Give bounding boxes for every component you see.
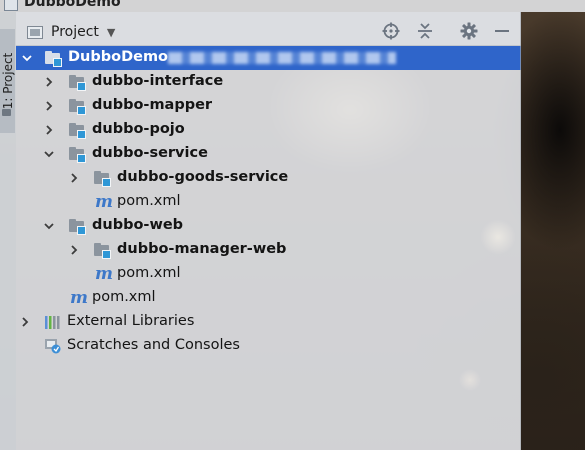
module-folder-icon: [68, 218, 86, 235]
chevron-right-icon[interactable]: [42, 123, 56, 137]
tree-item-label: dubbo-goods-service: [117, 169, 289, 185]
tree-item-label: pom.xml: [117, 193, 181, 209]
tree-root-dubbodemo[interactable]: DubboDemo: [16, 46, 521, 70]
project-tool-window: Project ▼ DubboDemo dubbo-interface dubb…: [16, 12, 521, 450]
tree-item-label: dubbo-web: [92, 217, 184, 233]
tool-window-strip: 1: Project: [0, 12, 16, 450]
module-folder-icon: [68, 122, 86, 139]
tree-item-dubbo-interface[interactable]: dubbo-interface: [16, 70, 521, 94]
scratches-icon: [44, 338, 62, 354]
tree-item-dubbo-pojo[interactable]: dubbo-pojo: [16, 118, 521, 142]
maven-icon: m: [70, 288, 88, 308]
tree-item-label: dubbo-service: [92, 145, 208, 161]
module-folder-icon: [68, 74, 86, 91]
project-tool-tab[interactable]: 1: Project: [0, 29, 15, 133]
tree-item-dubbo-web[interactable]: dubbo-web: [16, 214, 521, 238]
tree-item-label: pom.xml: [92, 289, 156, 305]
module-folder-icon: [44, 50, 62, 67]
tree-item-dubbo-service[interactable]: dubbo-service: [16, 142, 521, 166]
tree-item-service-pom[interactable]: m pom.xml: [16, 190, 521, 214]
project-panel-header: Project ▼: [16, 12, 521, 46]
tree-root-label: DubboDemo: [68, 49, 169, 65]
tree-item-external-libraries[interactable]: External Libraries: [16, 310, 521, 334]
module-folder-icon: [93, 170, 111, 187]
settings-button[interactable]: [458, 20, 480, 42]
maven-icon: m: [95, 192, 113, 212]
libraries-icon: [44, 314, 62, 330]
window-title-bar: DubboDemo: [0, 0, 585, 12]
window-title: DubboDemo: [24, 0, 121, 10]
collapse-all-button[interactable]: [414, 20, 436, 42]
redacted-path: [168, 52, 396, 64]
tree-item-label: dubbo-pojo: [92, 121, 185, 137]
module-folder-icon: [68, 98, 86, 115]
tree-item-dubbo-mapper[interactable]: dubbo-mapper: [16, 94, 521, 118]
panel-divider[interactable]: [520, 12, 521, 450]
tree-item-root-pom[interactable]: m pom.xml: [16, 286, 521, 310]
chevron-right-icon[interactable]: [42, 99, 56, 113]
module-folder-icon: [68, 146, 86, 163]
tree-item-label: dubbo-mapper: [92, 97, 213, 113]
collapse-all-icon: [418, 23, 432, 39]
locate-file-button[interactable]: [380, 20, 402, 42]
project-view-icon: [27, 25, 43, 39]
chevron-down-icon[interactable]: [20, 51, 34, 65]
tree-item-dubbo-manager-web[interactable]: dubbo-manager-web: [16, 238, 521, 262]
tree-item-web-pom[interactable]: m pom.xml: [16, 262, 521, 286]
hide-panel-button[interactable]: [491, 20, 513, 42]
chevron-right-icon[interactable]: [67, 243, 81, 257]
project-view-selector[interactable]: Project ▼: [27, 21, 115, 43]
chevron-right-icon[interactable]: [67, 171, 81, 185]
maven-icon: m: [95, 264, 113, 284]
tree-item-label: dubbo-manager-web: [117, 241, 287, 257]
tree-item-label: Scratches and Consoles: [67, 337, 240, 353]
tree-item-dubbo-goods-service[interactable]: dubbo-goods-service: [16, 166, 521, 190]
chevron-down-icon[interactable]: [42, 219, 56, 233]
minimize-icon: [495, 30, 509, 32]
chevron-down-icon: ▼: [106, 25, 116, 39]
tree-item-label: dubbo-interface: [92, 73, 224, 89]
folder-icon: [2, 109, 11, 116]
chevron-down-icon[interactable]: [42, 147, 56, 161]
project-view-label: Project: [51, 24, 99, 40]
chevron-right-icon[interactable]: [42, 75, 56, 89]
crosshair-icon: [382, 22, 400, 40]
module-folder-icon: [93, 242, 111, 259]
chevron-right-icon[interactable]: [18, 315, 32, 329]
tree-item-label: External Libraries: [67, 313, 195, 329]
tree-item-label: pom.xml: [117, 265, 181, 281]
app-window-icon: [4, 0, 18, 11]
project-tool-tab-label: 1: Project: [1, 52, 15, 110]
tree-item-scratches[interactable]: Scratches and Consoles: [16, 334, 521, 358]
gear-icon: [460, 22, 478, 40]
